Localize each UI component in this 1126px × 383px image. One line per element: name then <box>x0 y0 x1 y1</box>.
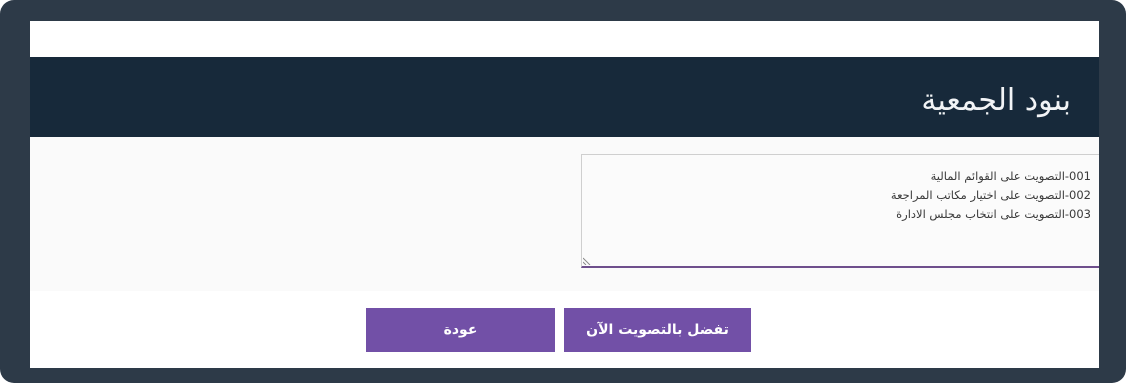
vote-now-button[interactable]: تفضل بالتصويت الآن <box>564 308 751 352</box>
dialog-header: بنود الجمعية <box>30 57 1099 137</box>
agenda-item: 003-التصويت على انتخاب مجلس الادارة <box>896 207 1091 221</box>
agenda-item: 001-التصويت على القوائم المالية <box>930 169 1091 183</box>
modal-backdrop: بنود الجمعية 001-التصويت على القوائم الم… <box>0 0 1126 383</box>
agenda-list: 001-التصويت على القوائم المالية 002-التص… <box>891 167 1091 224</box>
agenda-dialog: بنود الجمعية 001-التصويت على القوائم الم… <box>30 21 1099 368</box>
back-button[interactable]: عودة <box>366 308 555 352</box>
page-title: بنود الجمعية <box>921 83 1071 118</box>
resize-grip-icon[interactable] <box>582 257 591 266</box>
agenda-textarea[interactable]: 001-التصويت على القوائم المالية 002-التص… <box>581 154 1099 268</box>
dialog-content: 001-التصويت على القوائم المالية 002-التص… <box>30 137 1099 291</box>
agenda-item: 002-التصويت على اختيار مكاتب المراجعة <box>890 188 1091 202</box>
